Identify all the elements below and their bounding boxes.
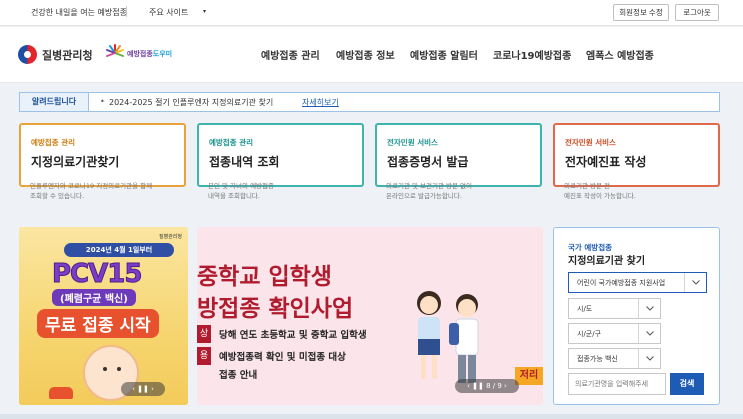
sigungu-select[interactable]: 시/군/구 [568,323,661,344]
chevron-down-icon [638,349,660,368]
vaccine-select[interactable]: 접종가능 백신 [568,348,661,369]
card-pre-screening-form[interactable]: 전자민원 서비스 전자예진표 작성 [553,123,720,187]
edit-profile-button[interactable]: 회원정보 수정 [613,4,669,21]
sigungu-select-value: 시/군/구 [577,330,602,338]
sido-select[interactable]: 시/도 [568,298,661,319]
banner-title-line-1: 중학교 입학생 [197,264,332,290]
clinic-name-input[interactable]: 의료기관명을 입력해주세 [568,373,666,395]
banner-subtitle: (폐렴구균 백신) [52,289,136,306]
major-sites-dropdown[interactable]: 주요 사이트 [149,7,188,18]
sunburst-logo-icon [106,44,124,57]
vaccination-helper-logo-text: 예방접종도우미 [127,50,173,58]
banner-label-content: 용 [197,347,211,365]
notice-message[interactable]: 2024-2025 절기 인플루엔자 지정의료기관 찾기 [109,97,273,108]
divider [126,6,127,17]
search-button[interactable]: 검색 [670,373,704,395]
utility-bar: 건강한 내일을 여는 예방접종 주요 사이트 ▾ 회원정보 수정 로그아웃 [0,0,743,26]
banner-label-target: 상 [197,325,211,343]
card-category: 전자민원 서비스 [387,138,438,147]
school-entry-vaccination-banner[interactable]: 중학교 입학생 방접종 확인사업 상 당해 연도 초등학교 및 중학교 입학생 … [197,227,543,405]
nav-vaccination-notice[interactable]: 예방접종 알림터 [410,47,478,62]
card-title: 접종증명서 발급 [387,155,469,169]
search-title: 지정의료기관 찾기 [568,256,646,267]
program-select-value: 어린이 국가예방접종 지원사업 [577,279,666,287]
left-banner-carousel-controls[interactable]: ‹ ❚❚ › [121,382,165,396]
bullet: • [100,97,105,106]
sido-select-value: 시/도 [577,305,593,313]
card-category: 예방접종 관리 [31,138,76,147]
chevron-down-icon[interactable]: ▾ [203,8,206,15]
card-certificate-issue[interactable]: 전자민원 서비스 접종증명서 발급 [375,123,542,187]
next-banner-preview: 저리 [515,367,543,385]
banner-org-logo: 질병관리청 [159,234,183,240]
toy-car-illustration [49,387,73,399]
program-select[interactable]: 어린이 국가예방접종 지원사업 [568,272,707,293]
card-find-designated-clinic[interactable]: 예방접종 관리 지정의료기관찾기 [19,123,186,187]
chevron-down-icon [684,273,706,292]
banner-headline: PCV15 [51,259,142,290]
banner-body-target: 당해 연도 초등학교 및 중학교 입학생 [219,330,367,341]
logout-button[interactable]: 로그아웃 [675,4,719,21]
notice-tag: 알려드립니다 [20,93,89,111]
baby-eye [103,367,107,371]
pcv15-promo-banner[interactable]: 질병관리청 2024년 4월 1일부터 PCV15 (폐렴구균 백신) 무료 접… [19,227,188,405]
banner-free-vaccination: 무료 접종 시작 [37,309,159,338]
nav-mpox-vaccination[interactable]: 엠폭스 예방접종 [586,47,654,62]
card-title: 접종내역 조회 [209,155,280,169]
card-category: 전자민원 서비스 [565,138,616,147]
baby-eye [117,367,121,371]
slogan-text: 건강한 내일을 여는 예방접종 [31,8,127,17]
card-description: 의료기관 방문 전 예진표 작성이 가능합니다. [564,182,636,200]
card-category: 예방접종 관리 [209,138,254,147]
card-description: 인플루엔자와 코로나19 지정의료기관을 함께 조회할 수 있습니다. [30,182,153,200]
notice-bar: 알려드립니다 • 2024-2025 절기 인플루엔자 지정의료기관 찾기 자세… [19,92,720,112]
chevron-down-icon [638,324,660,343]
nav-vaccination-management[interactable]: 예방접종 관리 [261,47,320,62]
clinic-search-panel: 국가 예방접종 지정의료기관 찾기 어린이 국가예방접종 지원사업 시/도 시/… [553,227,720,405]
card-description: 의료기관 및 보건기관 방문 없이 온라인으로 발급가능합니다. [386,182,473,200]
site-header: 질병관리청 예방접종도우미 예방접종 관리 예방접종 정보 예방접종 알림터 코… [0,27,743,83]
banner-title-line-2: 방접종 확인사업 [197,296,354,322]
banner-ribbon: 2024년 4월 1일부터 [64,243,174,257]
nav-vaccination-info[interactable]: 예방접종 정보 [336,47,395,62]
nav-covid19-vaccination[interactable]: 코로나19예방접종 [493,47,571,62]
card-title: 지정의료기관찾기 [31,155,120,169]
banner-body-content-2: 접종 안내 [219,370,258,381]
student-girl-illustration [417,291,441,379]
main-banner-carousel-controls[interactable]: ‹ ❚❚ 8 / 9 › [455,379,519,393]
card-description: 본인 및 자녀의 예방접종 내역을 조회합니다. [208,182,274,200]
vaccine-select-value: 접종가능 백신 [577,355,618,363]
card-title: 전자예진표 작성 [565,155,647,169]
org-name: 질병관리청 [42,49,93,62]
banner-body-content: 예방접종력 확인 및 미접종 대상 [219,352,346,363]
chevron-down-icon [638,299,660,318]
footer-edge [0,414,743,419]
student-boy-illustration [449,294,479,383]
card-vaccination-history[interactable]: 예방접종 관리 접종내역 조회 [197,123,364,187]
more-details-link[interactable]: 자세히보기 [302,97,339,108]
taeguk-emblem-icon [18,45,37,64]
